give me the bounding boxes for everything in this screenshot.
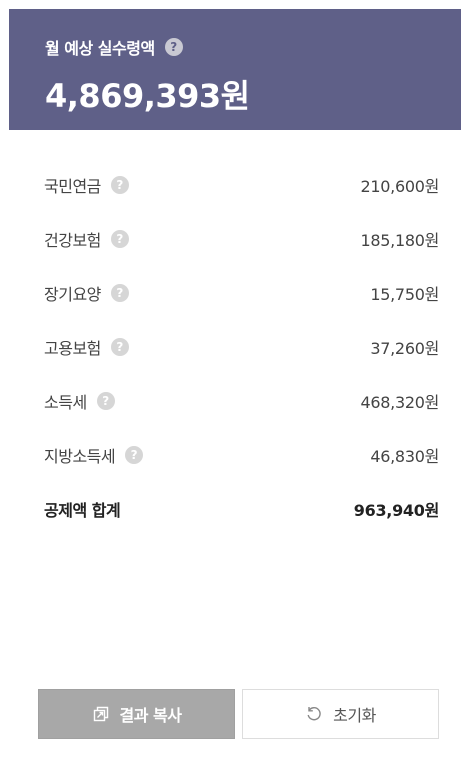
deduction-label: 고용보험	[44, 339, 101, 358]
deduction-value: 468,320원	[360, 393, 440, 412]
deduction-total-label: 공제액 합계	[44, 501, 121, 520]
net-pay-summary: 월 예상 실수령액 ? 4,869,393원	[9, 9, 461, 130]
net-pay-amount: 4,869,393원	[45, 77, 250, 115]
reset-icon	[305, 705, 323, 723]
deduction-value: 210,600원	[360, 177, 440, 196]
help-icon[interactable]: ?	[96, 392, 115, 410]
deduction-label: 지방소득세	[44, 447, 116, 466]
deduction-label: 장기요양	[44, 285, 101, 304]
deduction-label: 건강보험	[44, 231, 101, 250]
deduction-value: 185,180원	[360, 231, 440, 250]
deduction-row-income-tax: 소득세 ? 468,320원	[44, 374, 439, 428]
deduction-row-health-insurance: 건강보험 ? 185,180원	[44, 212, 439, 266]
help-icon[interactable]: ?	[125, 446, 144, 464]
help-icon[interactable]: ?	[110, 284, 129, 302]
help-icon[interactable]: ?	[110, 176, 129, 194]
deduction-label: 국민연금	[44, 177, 101, 196]
net-pay-label-row: 월 예상 실수령액 ?	[45, 35, 183, 59]
deduction-total-row: 공제액 합계 963,940원	[44, 482, 439, 536]
deduction-value: 46,830원	[370, 447, 439, 466]
deduction-row-national-pension: 국민연금 ? 210,600원	[44, 158, 439, 212]
deduction-row-long-term-care: 장기요양 ? 15,750원	[44, 266, 439, 320]
reset-label: 초기화	[333, 706, 376, 725]
deduction-label: 소득세	[44, 393, 87, 412]
deduction-row-local-income-tax: 지방소득세 ? 46,830원	[44, 428, 439, 482]
deduction-list: 국민연금 ? 210,600원 건강보험 ? 185,180원 장기요양 ? 1…	[44, 158, 439, 536]
deduction-total-value: 963,940원	[353, 501, 440, 520]
net-pay-help-icon[interactable]: ?	[164, 38, 183, 56]
deduction-value: 15,750원	[370, 285, 439, 304]
copy-icon	[92, 705, 110, 723]
net-pay-label: 월 예상 실수령액	[45, 39, 155, 58]
copy-result-label: 결과 복사	[119, 706, 182, 725]
copy-result-button[interactable]: 결과 복사	[38, 689, 235, 739]
help-icon[interactable]: ?	[110, 230, 129, 248]
reset-button[interactable]: 초기화	[242, 689, 439, 739]
help-icon[interactable]: ?	[110, 338, 129, 356]
deduction-row-employment-insurance: 고용보험 ? 37,260원	[44, 320, 439, 374]
deduction-value: 37,260원	[370, 339, 439, 358]
